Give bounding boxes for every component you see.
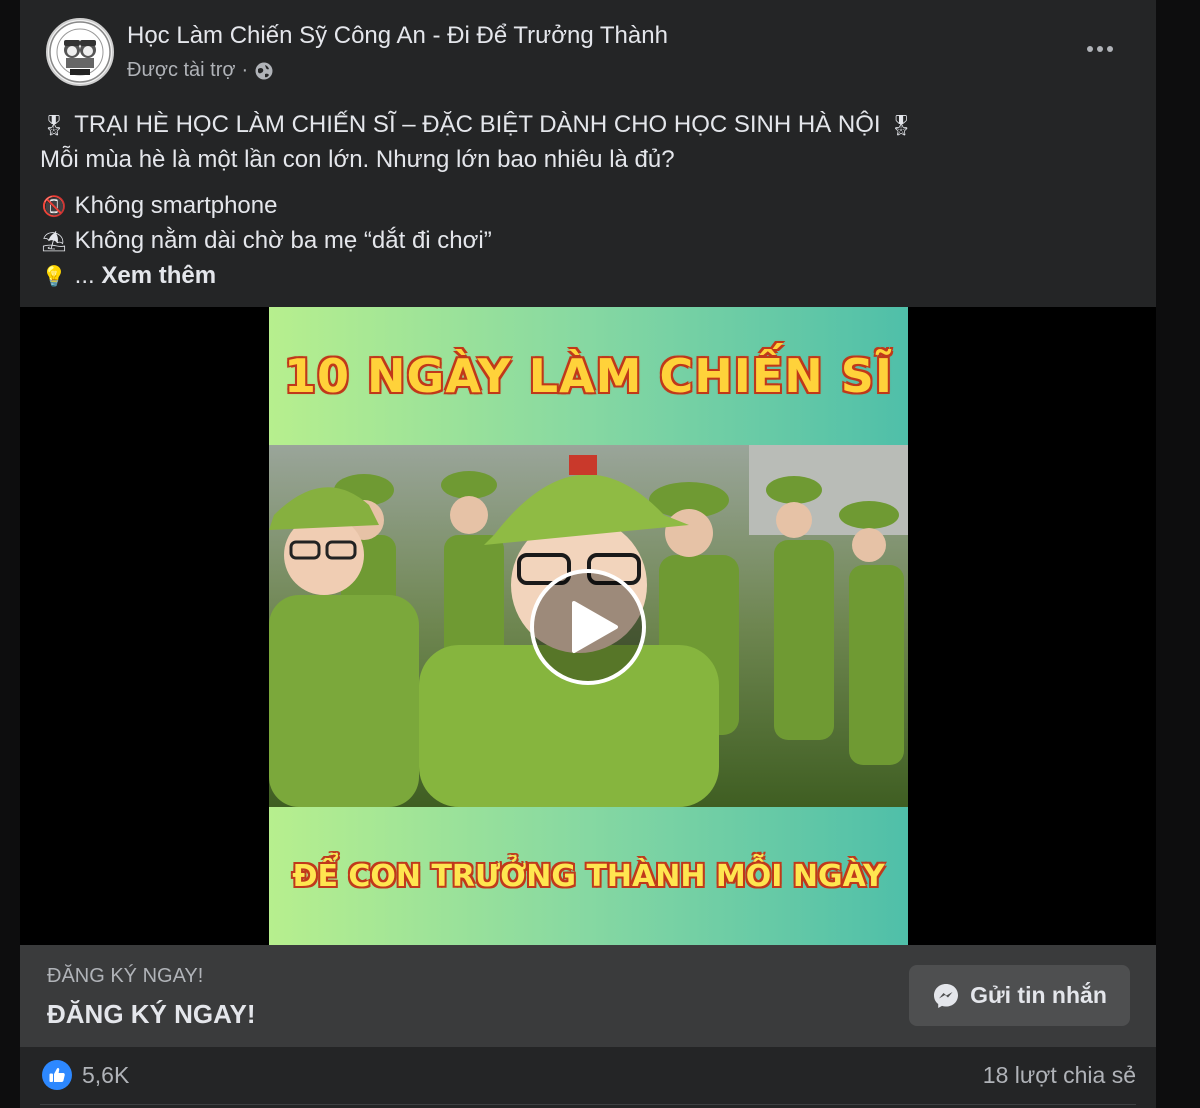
video-thumbnail[interactable]: 10 NGÀY LÀM CHIẾN SĨ ĐỂ CON TRƯỞNG THÀNH… bbox=[269, 307, 908, 945]
share-count[interactable]: 18 lượt chia sẻ bbox=[983, 1062, 1136, 1089]
avatar-logo-icon bbox=[49, 21, 111, 83]
globe-icon bbox=[255, 62, 273, 79]
medal-icon: 🎖 bbox=[41, 115, 67, 137]
post-meta: Được tài trợ · bbox=[127, 59, 274, 82]
post-line-more: 💡 ... Xem thêm bbox=[40, 259, 1130, 294]
cta-headline[interactable]: ĐĂNG KÝ NGAY! bbox=[47, 999, 256, 1030]
sponsored-label[interactable]: Được tài trợ bbox=[127, 59, 236, 82]
post-title-text: TRẠI HÈ HỌC LÀM CHIẾN SĨ – ĐẶC BIỆT DÀNH… bbox=[74, 111, 881, 138]
messenger-icon bbox=[934, 983, 959, 1008]
send-message-label: Gửi tin nhắn bbox=[970, 982, 1107, 1008]
dot bbox=[1097, 46, 1103, 52]
dot bbox=[1107, 46, 1113, 52]
reaction-count[interactable]: 5,6K bbox=[82, 1062, 129, 1089]
medal-icon: 🎖 bbox=[888, 115, 914, 137]
post-card: Học Làm Chiến Sỹ Công An - Đi Để Trưởng … bbox=[20, 0, 1156, 1108]
video-banner-top: 10 NGÀY LÀM CHIẾN SĨ bbox=[283, 349, 894, 403]
cta-bar[interactable]: ĐĂNG KÝ NGAY! ĐĂNG KÝ NGAY! Gửi tin nhắn bbox=[20, 945, 1156, 1047]
meta-separator: · bbox=[241, 59, 249, 81]
post-line-intro: Mỗi mùa hè là một lần con lớn. Nhưng lớn… bbox=[40, 146, 675, 173]
no-phone-icon: 📵 bbox=[41, 196, 67, 218]
dot bbox=[1087, 46, 1093, 52]
play-button[interactable] bbox=[530, 569, 646, 685]
page-avatar[interactable] bbox=[46, 18, 114, 86]
more-options-button[interactable] bbox=[1082, 35, 1118, 63]
item2-text: Không nằm dài chờ ba mẹ “dắt đi chơi” bbox=[74, 227, 492, 254]
thumbs-up-icon bbox=[49, 1068, 65, 1082]
post-line-item2: ⛱ Không nằm dài chờ ba mẹ “dắt đi chơi” bbox=[40, 224, 1130, 259]
reactions-summary[interactable]: 5,6K bbox=[42, 1060, 129, 1090]
post-line-title: 🎖 TRẠI HÈ HỌC LÀM CHIẾN SĨ – ĐẶC BIỆT DÀ… bbox=[40, 108, 1130, 143]
video-banner-bottom: ĐỂ CON TRƯỞNG THÀNH MỖI NGÀY bbox=[292, 858, 885, 894]
bulb-icon: 💡 bbox=[41, 266, 67, 288]
video-player[interactable]: 10 NGÀY LÀM CHIẾN SĨ ĐỂ CON TRƯỞNG THÀNH… bbox=[20, 307, 1156, 945]
post-text: 🎖 TRẠI HÈ HỌC LÀM CHIẾN SĨ – ĐẶC BIỆT DÀ… bbox=[40, 108, 1130, 294]
ellipsis: ... bbox=[74, 262, 95, 289]
see-more-link[interactable]: Xem thêm bbox=[101, 262, 216, 289]
send-message-button[interactable]: Gửi tin nhắn bbox=[909, 965, 1130, 1026]
umbrella-icon: ⛱ bbox=[41, 231, 67, 253]
item1-text: Không smartphone bbox=[74, 192, 278, 219]
cta-small-label: ĐĂNG KÝ NGAY! bbox=[47, 965, 204, 987]
like-icon bbox=[42, 1060, 72, 1090]
play-icon bbox=[572, 601, 618, 653]
post-line-item1: 📵 Không smartphone bbox=[40, 189, 1130, 224]
page-name[interactable]: Học Làm Chiến Sỹ Công An - Đi Để Trưởng … bbox=[127, 22, 668, 50]
divider bbox=[40, 1104, 1136, 1105]
